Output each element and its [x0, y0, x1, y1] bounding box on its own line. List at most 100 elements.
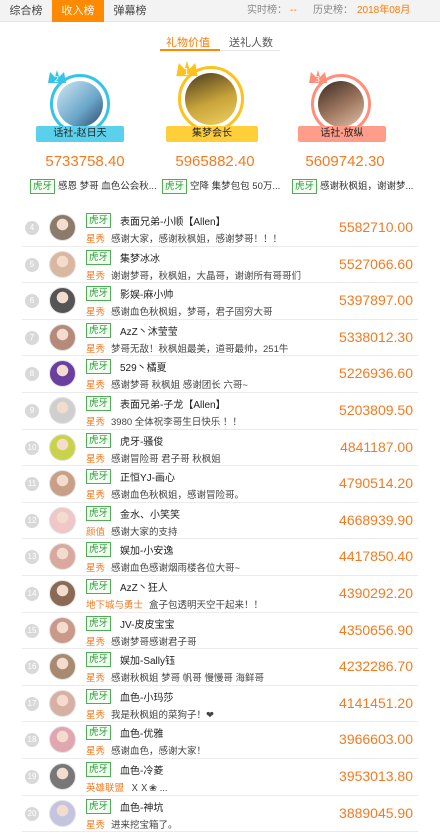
ranking-row[interactable]: 16 虎牙 娱加-Sally钰 星秀 感谢秋枫姐 梦哥 帆哥 慢慢哥 海鲜哥 423228… [22, 649, 418, 686]
streamer-name[interactable]: 娱加-小安逸 [120, 542, 173, 557]
crown-icon: 2 [48, 70, 66, 84]
rank-number: 8 [25, 367, 39, 382]
podium-message-1: 虎牙 空降 集梦包包 50万... [162, 178, 286, 194]
avatar[interactable] [49, 287, 76, 315]
category-tag: 星秀 [86, 380, 106, 392]
streamer-name[interactable]: 血色-冷菱 [120, 762, 163, 777]
avatar[interactable] [49, 360, 76, 388]
rank-number: 11 [25, 477, 39, 492]
avatar[interactable] [49, 214, 76, 241]
podium-message-text: 感恩 梦哥 血色公会秋... [58, 181, 156, 192]
platform-badge: 虎牙 [86, 286, 112, 302]
avatar[interactable] [49, 689, 76, 717]
category-tag: 星秀 [86, 234, 106, 245]
rank-number: 13 [25, 550, 39, 565]
category-tag: 英雄联盟 [86, 783, 125, 794]
avatar[interactable] [49, 799, 76, 827]
ranking-row[interactable]: 5 虎牙 集梦冰冰 星秀 谢谢梦哥，秋枫姐，大晶哥，谢谢所有哥哥们 5527066.60 [22, 247, 418, 284]
streamer-name[interactable]: AzZ丶沐莹莹 [120, 323, 178, 338]
streamer-name[interactable]: 血色-优雅 [120, 725, 163, 740]
streamer-name[interactable]: 血色-神坑 [120, 799, 163, 814]
ranking-row[interactable]: 6 虎牙 影娱-麻小帅 星秀 感谢血色秋枫姐，梦哥，君子固穷大哥 5397897.00 [22, 283, 418, 320]
ranking-row[interactable]: 14 虎牙 AzZ丶狂人 地下城与勇士 盒子包透明天空干起来！！ 4390292.20 [22, 576, 418, 613]
platform-badge: 虎牙 [292, 178, 318, 194]
income-value: 4350656.90 [339, 621, 413, 638]
svg-text:2: 2 [54, 75, 59, 84]
income-value: 3966603.00 [339, 731, 413, 748]
streamer-message: 进来挖宝箱了。 [111, 819, 178, 831]
ranking-row[interactable]: 11 虎牙 正恒YJ-画心 星秀 感谢血色秋枫姐，感谢冒险哥。 4790514.20 [22, 466, 418, 503]
streamer-message: 感谢血色，感谢大家！ [111, 746, 207, 758]
avatar[interactable] [49, 250, 76, 278]
streamer-name[interactable]: 娱加-Sally钰 [120, 652, 175, 667]
avatar[interactable] [49, 543, 76, 571]
ranking-row[interactable]: 8 虎牙 529丶橘夏 星秀 感谢梦哥 秋枫姐 感谢团长 六哥~ 5226936.60 [22, 356, 418, 393]
income-value: 4841187.00 [340, 438, 413, 455]
avatar[interactable] [49, 506, 76, 534]
crown-icon: 3 [309, 70, 327, 84]
ranking-row[interactable]: 9 虎牙 表面兄弟-子龙【Allen】 星秀 3980 全体祝李哥生日快乐 ！！ 5203… [22, 393, 418, 430]
tab-gift-count[interactable]: 送礼人数 [229, 34, 273, 50]
category-tag: 星秀 [86, 673, 106, 685]
avatar[interactable] [49, 397, 76, 424]
ranking-row[interactable]: 20 虎牙 血色-神坑 星秀 进来挖宝箱了。 3889045.90 [22, 796, 418, 833]
streamer-name[interactable]: 血色-小玛莎 [120, 689, 173, 704]
streamer-name[interactable]: 金水、小笑笑 [120, 506, 180, 521]
streamer-name[interactable]: 集梦冰冰 [120, 250, 160, 265]
streamer-message: 感谢梦哥 秋枫姐 感谢团长 六哥~ [111, 380, 248, 392]
streamer-name[interactable]: 529丶橘夏 [120, 359, 167, 374]
income-value: 4790514.20 [339, 475, 413, 492]
streamer-name[interactable]: 影娱-麻小帅 [120, 286, 173, 301]
avatar[interactable] [49, 653, 76, 681]
platform-badge: 虎牙 [86, 396, 112, 411]
platform-badge: 虎牙 [86, 688, 112, 704]
income-value: 5527066.60 [339, 255, 413, 272]
platform-badge: 虎牙 [86, 542, 112, 558]
rank-number: 17 [25, 696, 39, 711]
streamer-name[interactable]: AzZ丶狂人 [120, 579, 168, 594]
history-select[interactable]: 2018年08月 [357, 0, 410, 22]
tab-overall[interactable]: 综合榜 [0, 0, 52, 22]
income-value: 3889045.90 [339, 804, 413, 821]
streamer-name[interactable]: 表面兄弟-子龙【Allen】 [120, 396, 226, 411]
ranking-row[interactable]: 15 虎牙 JV-皮皮宝宝 星秀 感谢梦哥感谢君子哥 4350656.90 [22, 613, 418, 650]
tab-income[interactable]: 收入榜 [52, 0, 104, 22]
ranking-row[interactable]: 18 虎牙 血色-优雅 星秀 感谢血色，感谢大家！ 3966603.00 [22, 722, 418, 759]
ranking-row[interactable]: 10 虎牙 虎牙-骚俊 星秀 感谢冒险哥 君子哥 秋枫姐 4841187.00 [22, 430, 418, 467]
avatar[interactable] [49, 323, 76, 351]
rank-number: 6 [25, 294, 39, 309]
tab-gift-value[interactable]: 礼物价值 [166, 34, 210, 50]
ranking-row[interactable]: 19 虎牙 血色-冷菱 英雄联盟 ＸＸ❀ ... 3953013.80 [22, 759, 418, 796]
streamer-name[interactable]: JV-皮皮宝宝 [120, 616, 174, 631]
category-tag: 星秀 [86, 270, 106, 282]
realtime-select[interactable]: -- [290, 0, 297, 22]
streamer-name[interactable]: 正恒YJ-画心 [120, 469, 175, 484]
avatar[interactable] [49, 616, 76, 644]
avatar[interactable] [49, 433, 76, 461]
rank-number: 16 [25, 660, 39, 675]
streamer-message: 感谢冒险哥 君子哥 秋枫姐 [111, 453, 221, 465]
platform-badge: 虎牙 [86, 579, 112, 594]
ranking-row[interactable]: 17 虎牙 血色-小玛莎 星秀 我是秋枫姐的菜狗子！❤ 4141451.20 [22, 686, 418, 723]
income-value: 5397897.00 [339, 292, 413, 309]
ranking-row[interactable]: 4 虎牙 表面兄弟-小顺【Allen】 星秀 感谢大家，感谢秋枫姐，感谢梦哥！！！ 558… [22, 210, 418, 247]
streamer-message: 盒子包透明天空干起来！！ [149, 600, 264, 611]
avatar[interactable] [49, 580, 76, 607]
streamer-name[interactable]: 表面兄弟-小顺【Allen】 [120, 213, 226, 228]
sub-tab-underline [160, 49, 220, 51]
streamer-name[interactable]: 虎牙-骚俊 [120, 433, 163, 448]
income-value: 5338012.30 [339, 328, 413, 345]
streamer-message: 感谢血色秋枫姐，梦哥，君子固穷大哥 [111, 307, 273, 319]
avatar[interactable] [49, 726, 76, 754]
avatar[interactable] [49, 763, 76, 790]
tab-danmaku[interactable]: 弹幕榜 [104, 0, 156, 22]
income-value: 4232286.70 [339, 658, 413, 675]
rank-number: 9 [25, 404, 39, 418]
streamer-message: ＸＸ❀ ... [130, 783, 168, 794]
ranking-row[interactable]: 12 虎牙 金水、小笑笑 颜值 感谢大家的支持 4668939.90 [22, 503, 418, 540]
avatar[interactable] [49, 470, 76, 498]
ranking-row[interactable]: 13 虎牙 娱加-小安逸 星秀 感谢血色感谢烟雨楼各位大哥~ 4417850.40 [22, 539, 418, 576]
platform-badge: 虎牙 [86, 359, 112, 375]
ranking-row[interactable]: 7 虎牙 AzZ丶沐莹莹 星秀 梦哥无敌！秋枫姐最美，道哥最帅，251牛 5338012.… [22, 320, 418, 357]
podium-message-text: 空降 集梦包包 50万... [190, 181, 281, 192]
